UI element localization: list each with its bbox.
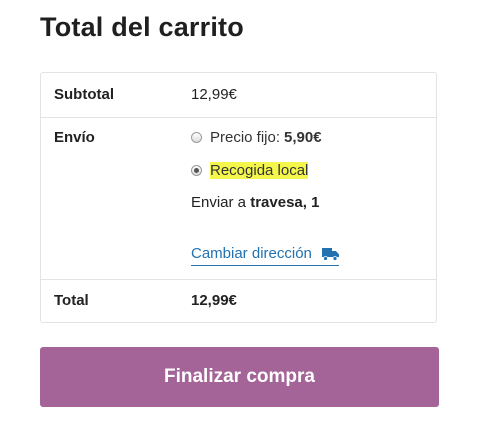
ship-to-address: travesa, 1 <box>250 194 320 211</box>
total-label: Total <box>54 292 89 309</box>
cart-totals-title: Total del carrito <box>40 12 244 42</box>
flat-rate-label: Precio fijo: <box>210 129 281 146</box>
subtotal-value: 12,99€ <box>191 86 237 103</box>
change-address-label: Cambiar dirección <box>191 245 312 262</box>
subtotal-label: Subtotal <box>54 86 114 103</box>
checkout-button[interactable]: Finalizar compra <box>40 347 439 407</box>
shipping-row: Envío Precio fijo: 5,90€ Recogida local … <box>41 118 436 280</box>
flat-rate-radio[interactable] <box>191 132 202 143</box>
shipping-option-flat-rate[interactable]: Precio fijo: 5,90€ <box>191 129 322 146</box>
total-value: 12,99€ <box>191 292 237 309</box>
flat-rate-price: 5,90€ <box>284 129 322 146</box>
shipping-option-local-pickup[interactable]: Recogida local <box>191 162 309 179</box>
change-address-link[interactable]: Cambiar dirección <box>191 245 339 266</box>
shipping-label: Envío <box>54 129 95 146</box>
shipping-destination: Enviar a travesa, 1 <box>191 194 319 211</box>
local-pickup-label: Recogida local <box>210 162 309 179</box>
cart-totals-table: Subtotal 12,99€ Envío Precio fijo: 5,90€… <box>40 72 437 323</box>
total-row: Total 12,99€ <box>41 280 436 324</box>
subtotal-row: Subtotal 12,99€ <box>41 73 436 118</box>
local-pickup-radio[interactable] <box>191 165 202 176</box>
truck-icon <box>321 247 339 261</box>
ship-to-prefix: Enviar a <box>191 194 247 211</box>
